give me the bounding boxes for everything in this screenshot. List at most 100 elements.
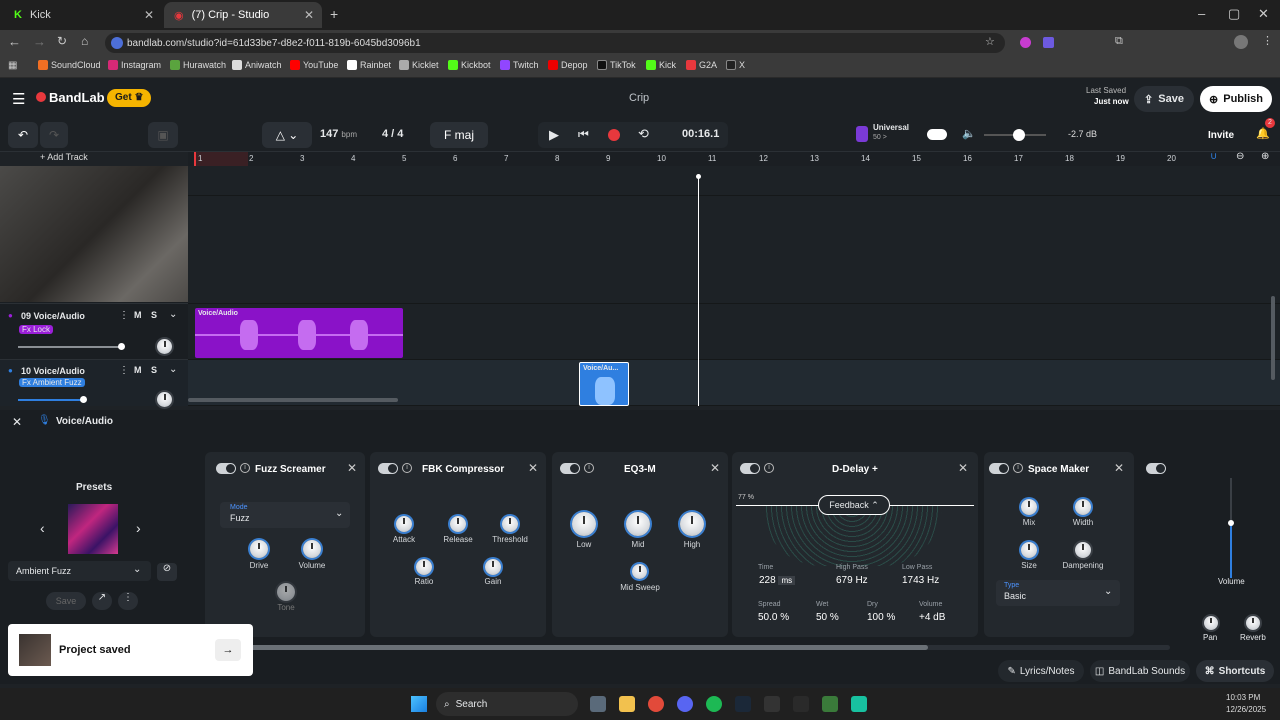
add-track-button[interactable]: + Add Track [40,152,88,162]
forward-icon[interactable]: → [33,34,46,49]
fx-enable-toggle[interactable] [989,463,1009,474]
bookmark[interactable]: Depop [548,60,588,70]
url-field[interactable]: bandlab.com/studio?id=61d33be7-d8e2-f011… [105,33,1005,53]
play-button[interactable]: ▶ [549,127,559,143]
reverb-knob[interactable] [1246,616,1260,630]
menu-icon[interactable]: ☰ [12,90,25,108]
mode-select[interactable]: Mode Fuzz ⌄ [220,502,350,528]
fx-enable-toggle[interactable] [216,463,236,474]
save-button[interactable]: ⇪ Save [1134,86,1194,112]
star-icon[interactable]: ☆ [985,35,995,48]
new-tab-button[interactable]: + [330,6,338,22]
mid-knob[interactable] [626,512,650,536]
loop-start-marker[interactable] [194,152,196,166]
drive-knob[interactable] [250,540,268,558]
shortcuts-button[interactable]: ⌘ Shortcuts [1196,660,1274,682]
close-icon[interactable]: ✕ [347,461,357,475]
chevron-down-icon[interactable]: ⌄ [169,309,177,320]
mix-knob[interactable] [1021,499,1037,515]
close-icon[interactable]: ✕ [710,461,720,475]
zoom-out-icon[interactable]: ⊖ [1236,151,1244,162]
bookmark[interactable]: Instagram [108,60,161,70]
dry-value[interactable]: 100 % [867,612,895,623]
type-select[interactable]: Type Basic ⌄ [996,580,1120,606]
back-icon[interactable]: ← [8,34,21,49]
key-selector[interactable]: F maj [430,122,488,148]
maximize-button[interactable]: ▢ [1228,6,1240,22]
discord-icon[interactable] [677,696,693,712]
track-name[interactable]: 10 Voice/Audio [21,366,85,376]
share-icon[interactable]: ↗ [92,592,112,610]
snap-magnet-icon[interactable]: ∪ [1210,151,1217,162]
pan-knob[interactable] [157,339,172,354]
track-volume-slider[interactable] [18,399,84,401]
gain-knob[interactable] [485,559,501,575]
track-volume-handle[interactable] [80,396,87,403]
bookmark[interactable]: SoundCloud [38,60,101,70]
delay-mode-select[interactable]: Feedback ⌃ [818,495,890,515]
channel-volume-handle[interactable] [1228,520,1234,526]
metronome-button[interactable]: △ ⌄ [262,122,312,148]
high-pass-value[interactable]: 679 Hz [836,575,868,586]
chevron-down-icon[interactable]: ⌄ [169,364,177,375]
minimize-button[interactable]: – [1198,6,1205,21]
track-name[interactable]: 09 Voice/Audio [21,311,85,321]
size-knob[interactable] [1021,542,1037,558]
bookmark[interactable]: X [726,60,745,70]
track-header-10[interactable]: ● 10 Voice/Audio ⋮ M S ⌄ Fx Ambient Fuzz [0,359,188,407]
wet-value[interactable]: 50 % [816,612,839,623]
settings-taskbar-icon[interactable] [590,696,606,712]
arrow-right-icon[interactable]: → [215,639,241,661]
dampening-knob[interactable] [1075,542,1091,558]
puzzle-icon[interactable]: ⧉ [1115,35,1123,48]
fx-scroll-thumb[interactable] [200,645,928,650]
fx-enable-toggle[interactable] [740,463,760,474]
low-knob[interactable] [572,512,596,536]
mid-sweep-knob[interactable] [632,564,647,579]
chrome-icon[interactable] [648,696,664,712]
close-icon[interactable]: ✕ [304,8,314,22]
close-icon[interactable]: ✕ [958,461,968,475]
invite-button[interactable]: Invite [1198,122,1244,148]
spread-value[interactable]: 50.0 % [758,612,789,623]
apps-grid-icon[interactable]: ▦ [8,60,17,71]
close-icon[interactable]: ✕ [1114,461,1124,475]
project-title[interactable]: Crip [629,92,649,104]
preset-save-button[interactable]: Save [46,592,86,610]
playhead[interactable] [698,176,699,406]
master-volume-handle[interactable] [1013,129,1025,141]
low-pass-value[interactable]: 1743 Hz [902,575,939,586]
audio-clip-selected[interactable]: Voice/Au... [579,362,629,406]
delay-volume-value[interactable]: +4 dB [919,612,945,623]
solo-button[interactable]: S [151,365,157,375]
close-icon[interactable]: ✕ [12,415,22,429]
info-icon[interactable]: i [1013,463,1023,473]
mastering-toggle[interactable] [927,129,947,140]
mute-button[interactable]: M [134,365,142,375]
high-knob[interactable] [680,512,704,536]
speaker-icon[interactable]: 🔈 [962,127,976,140]
track-volume-slider[interactable] [18,346,122,348]
chevron-right-icon[interactable]: › [136,520,141,536]
extension-icon[interactable] [1020,37,1031,48]
remove-preset-icon[interactable]: ⊘ [157,563,177,581]
fx-enable-toggle[interactable] [378,463,398,474]
close-icon[interactable]: ✕ [144,8,154,22]
get-button[interactable]: Get ♛ [107,89,152,107]
width-knob[interactable] [1075,499,1091,515]
playhead-handle[interactable] [696,174,701,179]
attack-knob[interactable] [396,516,412,532]
grid-icon[interactable]: ▣ [148,122,178,148]
time-signature[interactable]: 4 / 4 [382,128,403,140]
info-icon[interactable]: i [764,463,774,473]
preset-select[interactable]: Ambient Fuzz ⌄ [8,561,151,581]
bookmark[interactable]: Kicklet [399,60,439,70]
bookmark[interactable]: Rainbet [347,60,391,70]
site-info-icon[interactable] [111,37,123,49]
bpm-field[interactable]: 147 bpm [320,128,357,140]
window-close-button[interactable]: ✕ [1258,6,1269,22]
more-icon[interactable]: ⋮ [118,592,138,610]
rewind-button[interactable]: ⏮ [578,127,589,142]
bookmark[interactable]: TikTok [597,60,636,70]
bookmark[interactable]: Kickbot [448,60,491,70]
